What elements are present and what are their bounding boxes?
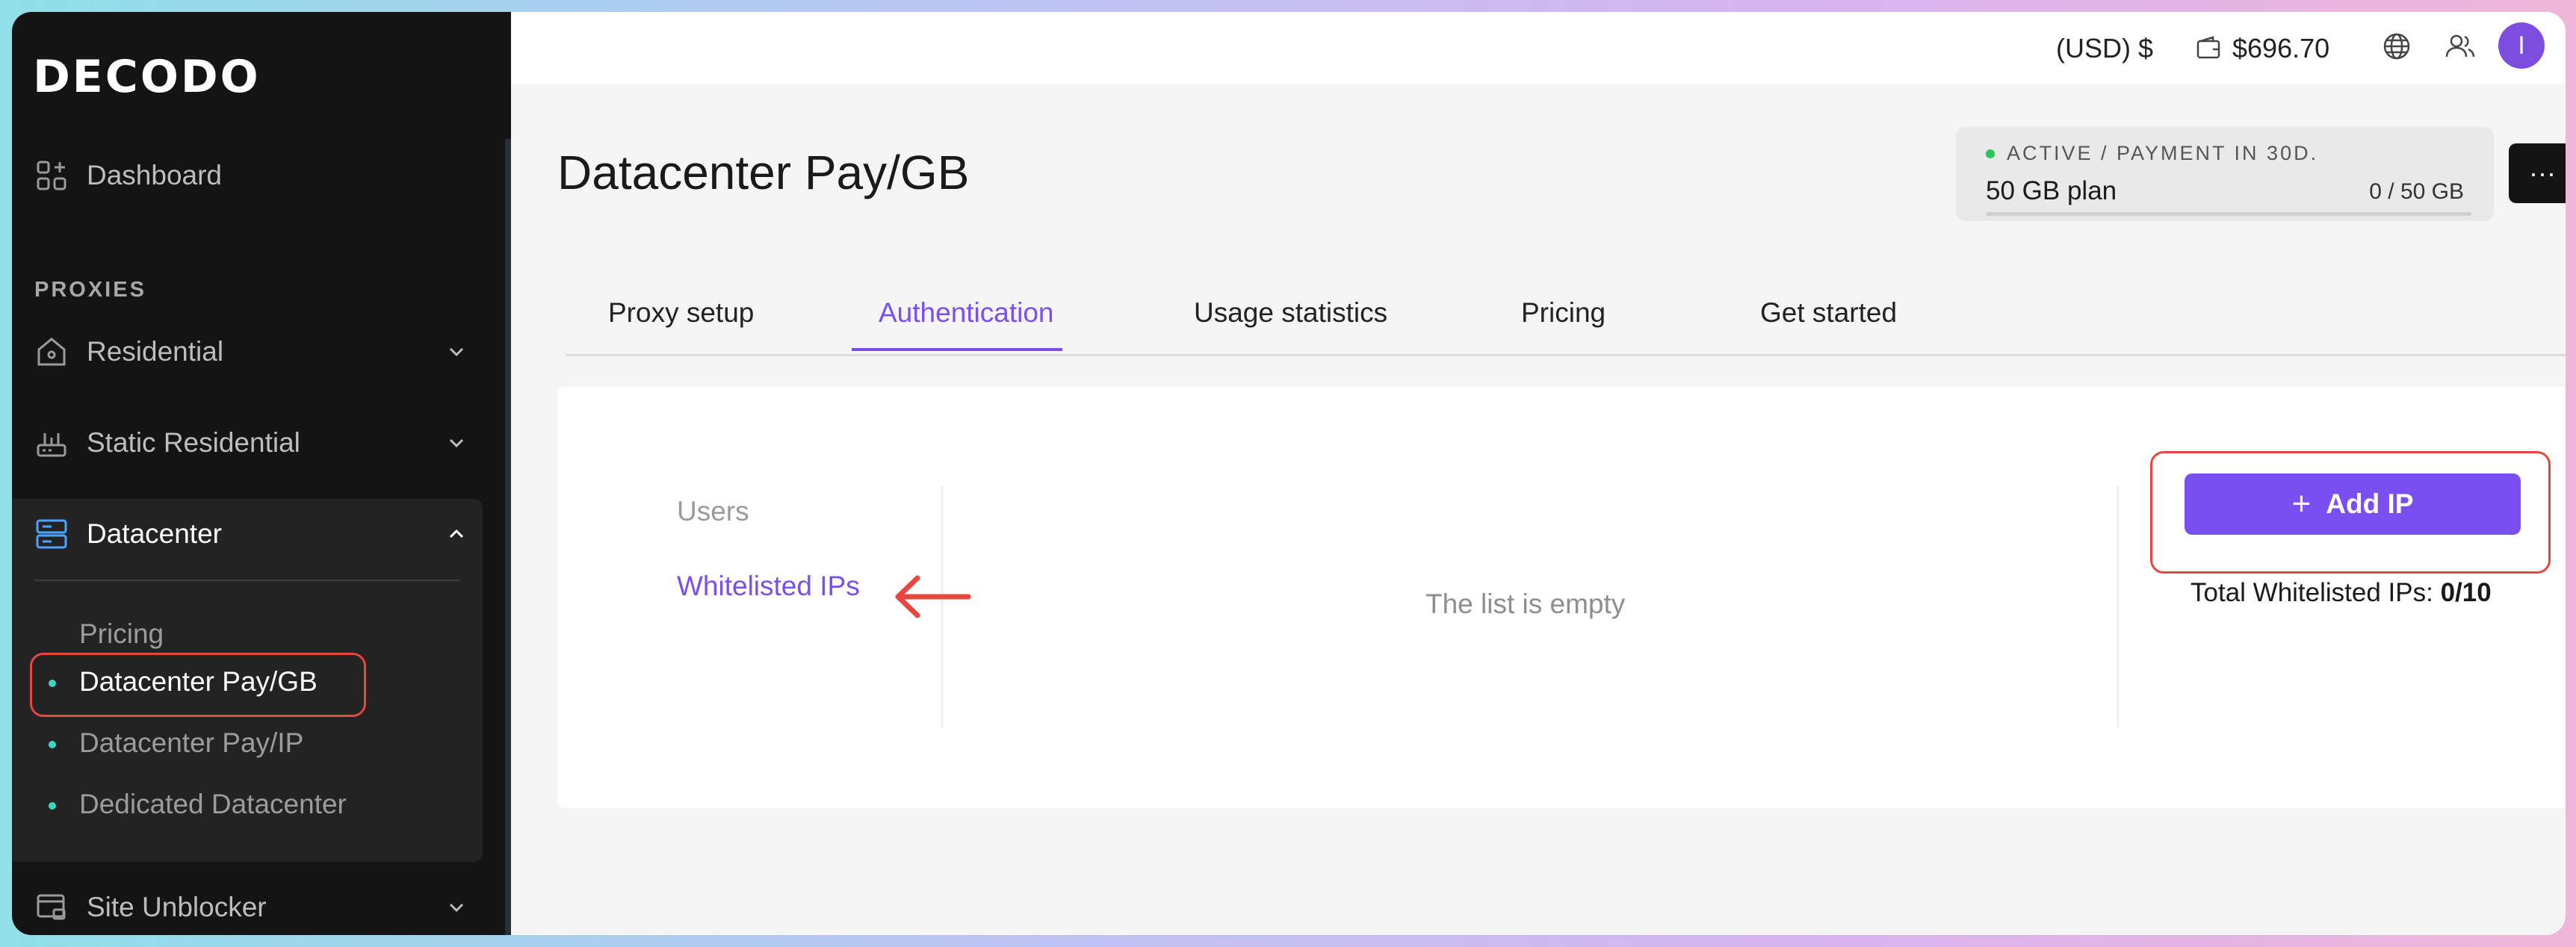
page-title: Datacenter Pay/GB	[557, 146, 970, 199]
tab-get-started[interactable]: Get started	[1760, 297, 1897, 329]
tab-pricing[interactable]: Pricing	[1521, 297, 1606, 329]
chevron-up-icon	[449, 529, 464, 538]
balance[interactable]: $696.70	[2195, 33, 2329, 64]
server-icon	[34, 517, 69, 551]
sidebar-subitem-dedicated-datacenter[interactable]: Dedicated Datacenter	[79, 789, 347, 820]
status-dot	[1986, 149, 1995, 158]
chevron-down-icon	[449, 347, 464, 357]
users-button[interactable]	[2445, 31, 2476, 61]
avatar-initial: I	[2518, 31, 2525, 60]
chevron-down-icon	[449, 438, 464, 448]
plan-status: ACTIVE / PAYMENT IN 30D.	[1986, 142, 2318, 165]
divider	[2117, 485, 2119, 727]
arrow-left-icon	[895, 575, 971, 618]
tab-bar: Proxy setup Authentication Usage statist…	[566, 266, 2566, 356]
home-icon	[34, 335, 69, 369]
dashboard-icon	[34, 158, 69, 193]
tab-authentication[interactable]: Authentication	[879, 297, 1054, 329]
add-ip-button[interactable]: + Add IP	[2185, 474, 2521, 535]
sidebar-item-label: Site Unblocker	[87, 892, 267, 922]
bullet-dot	[49, 802, 56, 810]
total-value: 0/10	[2440, 578, 2492, 607]
empty-state-text: The list is empty	[1425, 589, 1626, 619]
wallet-icon	[2196, 36, 2220, 59]
plan-progress-bar	[1986, 212, 2471, 216]
sidebar: DECODO Dashboard PROXIES Residential Sta…	[12, 12, 511, 935]
currency-selector[interactable]: (USD) $	[2056, 33, 2153, 64]
sidebar-subitem-pricing[interactable]: Pricing	[79, 618, 164, 650]
sidebar-scrollbar[interactable]	[505, 139, 511, 935]
router-icon	[34, 426, 69, 460]
plan-name: 50 GB plan	[1986, 176, 2117, 205]
balance-value: $696.70	[2232, 33, 2330, 63]
sidebar-item-residential[interactable]: Residential	[34, 335, 464, 369]
authentication-panel: Users Whitelisted IPs The list is empty …	[557, 387, 2566, 808]
sidebar-item-label: Residential	[87, 336, 224, 367]
language-button[interactable]	[2382, 31, 2412, 61]
plan-card[interactable]: ACTIVE / PAYMENT IN 30D. 50 GB plan 0 / …	[1956, 127, 2494, 221]
sidebar-item-static-residential[interactable]: Static Residential	[34, 426, 464, 460]
more-icon: ···	[2529, 158, 2556, 188]
sidebar-subitem-datacenter-pay-ip[interactable]: Datacenter Pay/IP	[79, 727, 303, 759]
more-options-button[interactable]: ···	[2509, 143, 2566, 203]
plan-usage: 0 / 50 GB	[2369, 179, 2464, 204]
browser-lock-icon	[34, 890, 69, 925]
plus-icon: +	[2291, 485, 2312, 522]
total-label: Total Whitelisted IPs:	[2190, 578, 2433, 607]
top-bar: (USD) $ $696.70 I	[511, 12, 2566, 84]
tab-usage-statistics[interactable]: Usage statistics	[1194, 297, 1387, 329]
logo[interactable]: DECODO	[33, 51, 261, 103]
app-window: DECODO Dashboard PROXIES Residential Sta…	[12, 12, 2566, 935]
auth-link-users[interactable]: Users	[677, 496, 749, 527]
divider	[34, 580, 460, 581]
sidebar-item-datacenter[interactable]: Datacenter	[34, 517, 464, 551]
section-label-proxies: PROXIES	[34, 278, 146, 302]
sidebar-item-label: Datacenter	[87, 518, 222, 549]
tab-proxy-setup[interactable]: Proxy setup	[608, 297, 754, 329]
highlight-box	[30, 653, 366, 717]
bullet-dot	[49, 741, 56, 748]
active-tab-indicator	[852, 348, 1062, 351]
sidebar-item-dashboard[interactable]: Dashboard	[34, 158, 222, 193]
sidebar-item-label: Static Residential	[87, 427, 300, 458]
globe-icon	[2383, 33, 2410, 60]
auth-link-whitelisted-ips[interactable]: Whitelisted IPs	[677, 571, 860, 602]
users-icon	[2445, 34, 2475, 58]
total-whitelisted-ips: Total Whitelisted IPs: 0/10	[2190, 578, 2492, 608]
avatar[interactable]: I	[2498, 22, 2545, 69]
sidebar-item-site-unblocker[interactable]: Site Unblocker	[34, 890, 464, 925]
plan-status-text: ACTIVE / PAYMENT IN 30D.	[2007, 142, 2319, 164]
add-ip-label: Add IP	[2326, 488, 2414, 519]
sidebar-item-label: Dashboard	[87, 160, 223, 190]
chevron-down-icon	[449, 903, 464, 913]
logo-text: DECODO	[33, 51, 261, 103]
currency-label: (USD) $	[2056, 33, 2154, 63]
